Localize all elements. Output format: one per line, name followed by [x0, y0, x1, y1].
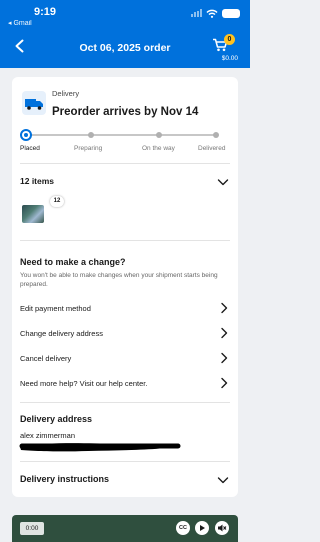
divider [20, 461, 230, 462]
change-section-title: Need to make a change? [20, 257, 126, 267]
progress-step-placed [20, 129, 32, 141]
video-player-bar: 0:00 CC [12, 515, 238, 542]
cc-label: CC [179, 525, 187, 531]
video-time: 0:00 [20, 522, 44, 535]
delivery-label: Delivery [52, 89, 80, 98]
signal-icon [191, 9, 202, 17]
status-time: 9:19 [34, 6, 57, 18]
play-button[interactable] [195, 521, 209, 535]
item-thumbnail[interactable] [22, 205, 44, 223]
chevron-down-icon[interactable] [217, 176, 229, 188]
progress-track [26, 134, 216, 136]
edit-payment-method-link[interactable]: Edit payment method [20, 304, 91, 313]
delivery-title: Preorder arrives by Nov 14 [52, 106, 199, 118]
cart-total: $0.00 [221, 55, 238, 62]
items-count: 12 items [20, 176, 55, 186]
chevron-right-icon[interactable] [218, 302, 230, 314]
change-section-description: You won't be able to make changes when y… [20, 272, 218, 288]
cart-button[interactable]: 0 $0.00 [208, 34, 238, 64]
divider [20, 240, 230, 241]
stage-label-delivered: Delivered [198, 145, 226, 152]
wifi-icon [206, 9, 218, 18]
cancel-delivery-link[interactable]: Cancel delivery [20, 354, 71, 363]
cart-count-badge: 0 [224, 34, 235, 45]
mute-button[interactable] [215, 521, 229, 535]
divider [20, 402, 230, 403]
order-card: Delivery Preorder arrives by Nov 14 Plac… [12, 77, 238, 497]
stage-label-on-the-way: On the way [142, 145, 175, 152]
progress-step-on-the-way [156, 132, 162, 138]
status-icons [191, 8, 240, 18]
change-delivery-address-link[interactable]: Change delivery address [20, 329, 103, 338]
stage-label-preparing: Preparing [74, 145, 103, 152]
play-icon [200, 525, 205, 531]
item-quantity-badge: 12 [50, 196, 64, 207]
chevron-down-icon[interactable] [217, 474, 229, 486]
speaker-muted-icon [218, 524, 227, 532]
help-center-link[interactable]: Need more help? Visit our help center. [20, 379, 147, 388]
chevron-right-icon[interactable] [218, 327, 230, 339]
progress-step-preparing [88, 132, 94, 138]
app-header: 9:19 ◂ Gmail Oct 06, 2025 order 0 $0.00 [0, 0, 250, 68]
chevron-right-icon[interactable] [218, 377, 230, 389]
delivery-address-title: Delivery address [20, 414, 93, 424]
delivery-truck-icon [22, 91, 46, 115]
delivery-instructions-title[interactable]: Delivery instructions [20, 474, 109, 484]
back-to-app-link[interactable]: ◂ Gmail [8, 19, 32, 27]
closed-captions-button[interactable]: CC [176, 521, 190, 535]
redacted-address-scribble [19, 443, 181, 452]
stage-label-placed: Placed [20, 145, 40, 152]
chevron-right-icon[interactable] [218, 352, 230, 364]
progress-step-delivered [213, 132, 219, 138]
divider [20, 163, 230, 164]
battery-icon [222, 8, 240, 18]
